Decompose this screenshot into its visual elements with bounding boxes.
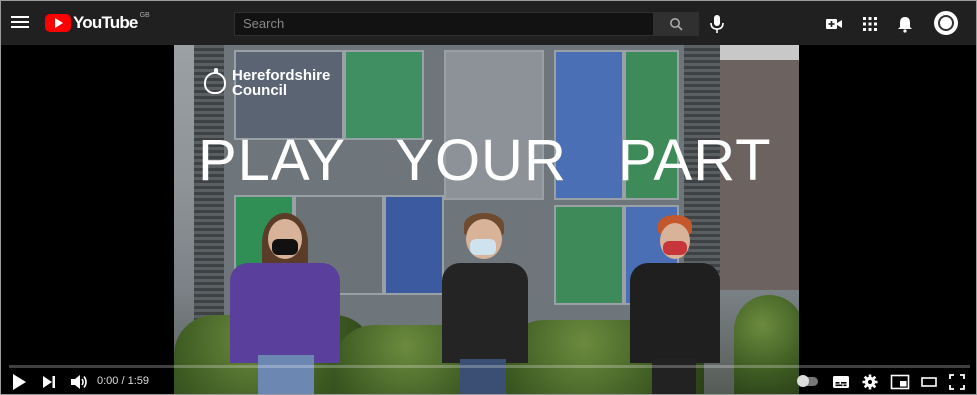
video-player[interactable]: Herefordshire Council PLAY YOUR PART 0:0… [1, 45, 976, 394]
region-code: GB [139, 12, 150, 19]
hamburger-menu-icon[interactable] [11, 13, 29, 31]
window-pane [554, 205, 624, 305]
youtube-logo[interactable]: YouTube GB [45, 12, 150, 33]
fullscreen-icon[interactable] [948, 372, 966, 392]
autoplay-knob [797, 375, 809, 387]
autoplay-toggle-icon[interactable] [797, 375, 818, 387]
video-frame[interactable]: Herefordshire Council PLAY YOUR PART [174, 45, 799, 394]
microphone-icon[interactable] [709, 14, 725, 34]
play-icon[interactable] [11, 372, 27, 392]
council-name: Herefordshire Council [232, 68, 330, 98]
council-logo: Herefordshire Council [204, 63, 344, 103]
search-input[interactable]: Search [234, 12, 654, 36]
subtitles-icon[interactable] [832, 372, 850, 392]
youtube-play-badge-icon [45, 14, 71, 32]
player-controls: 0:00 / 1:59 [1, 369, 976, 394]
avatar-icon[interactable] [934, 11, 958, 35]
theater-mode-icon[interactable] [920, 372, 938, 392]
apps-grid-icon[interactable] [861, 15, 879, 33]
volume-icon[interactable] [69, 372, 89, 392]
logo-wordmark: YouTube [73, 13, 138, 32]
time-display: 0:00 / 1:59 [97, 375, 149, 387]
bell-icon[interactable] [896, 15, 914, 33]
search-icon [670, 18, 683, 31]
search-button[interactable] [653, 12, 699, 36]
gear-icon[interactable] [861, 372, 879, 392]
council-name-line2: Council [232, 82, 287, 99]
youtube-window: YouTube GB Search Herefordshire Council … [0, 0, 977, 395]
miniplayer-icon[interactable] [890, 372, 910, 392]
apple-logo-icon [204, 68, 226, 94]
council-name-line1: Herefordshire [232, 67, 331, 84]
create-video-icon[interactable] [825, 15, 843, 33]
progress-bar[interactable] [9, 365, 970, 368]
video-headline: PLAY YOUR PART [198, 128, 772, 193]
window-pane [384, 195, 444, 295]
next-icon[interactable] [41, 372, 57, 392]
top-bar: YouTube GB Search [1, 1, 976, 45]
